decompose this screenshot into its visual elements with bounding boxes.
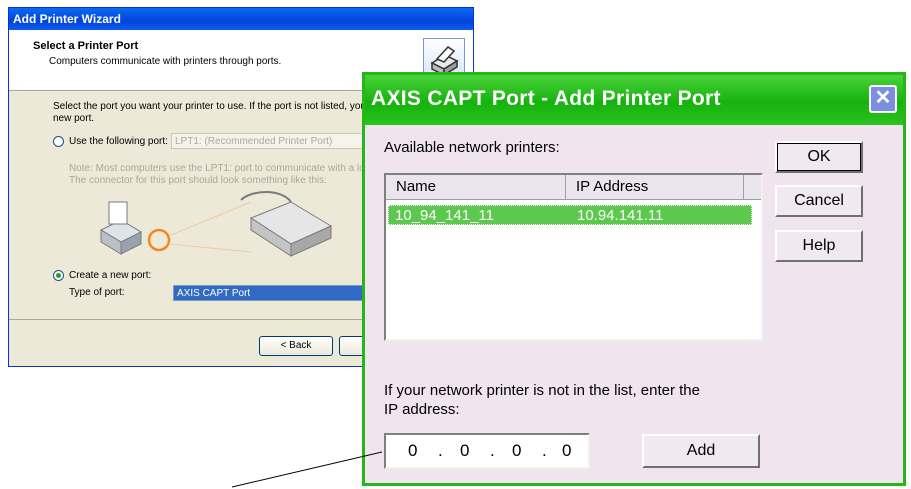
callout-pointer-line bbox=[231, 451, 383, 488]
